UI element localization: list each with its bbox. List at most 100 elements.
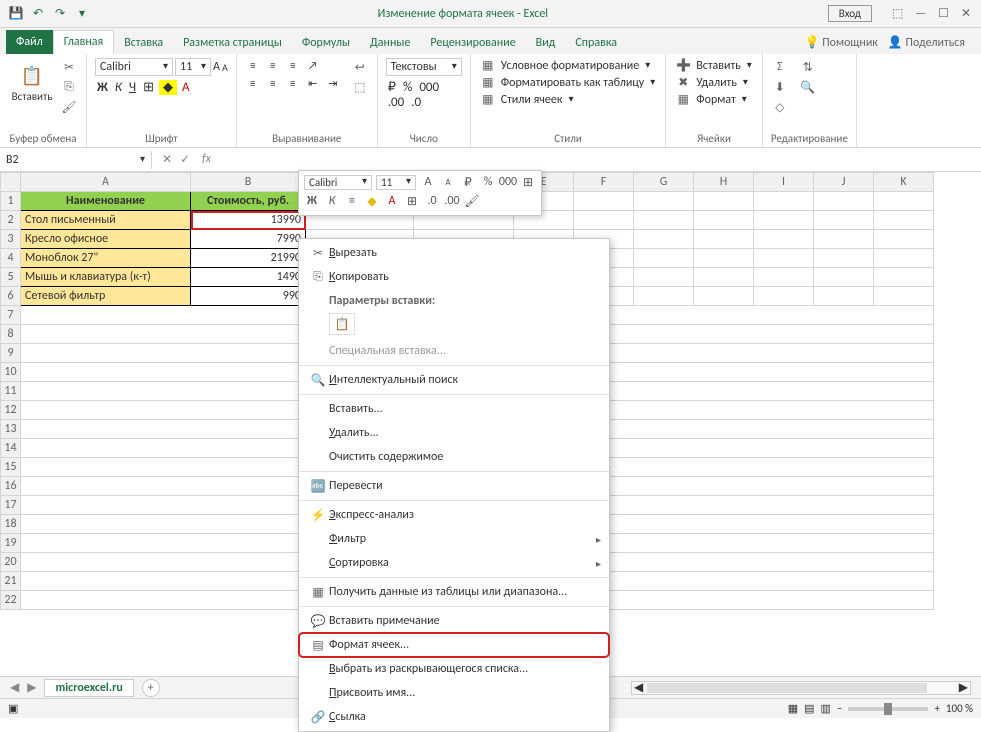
row-header[interactable]: 20 bbox=[1, 553, 21, 572]
fill-color-button[interactable]: ◆ bbox=[159, 80, 177, 95]
mini-font-combo[interactable]: Calibri▾ bbox=[304, 175, 372, 190]
row-header[interactable]: 8 bbox=[1, 325, 21, 344]
col-header[interactable]: A bbox=[21, 173, 191, 192]
font-size-combo[interactable]: 11▾ bbox=[175, 58, 211, 76]
indent-inc-icon[interactable]: ⇥ bbox=[325, 76, 341, 90]
ctx-smart-lookup[interactable]: 🔍Интеллектуальный поиск bbox=[299, 368, 609, 392]
row-header[interactable]: 19 bbox=[1, 534, 21, 553]
cell[interactable] bbox=[694, 230, 754, 249]
fill-icon[interactable]: ⬇ bbox=[771, 78, 789, 96]
dec-decimal-icon[interactable]: .0 bbox=[409, 95, 423, 110]
cell[interactable] bbox=[754, 211, 814, 230]
clear-icon[interactable]: ◇ bbox=[771, 98, 789, 116]
format-painter-icon[interactable]: 🖌 bbox=[464, 193, 480, 209]
align-center-icon[interactable]: ≡ bbox=[265, 76, 281, 90]
ctx-pick-from-dropdown[interactable]: Выбрать из раскрывающегося списка... bbox=[299, 657, 609, 681]
align-icon[interactable]: ≡ bbox=[344, 193, 360, 209]
font-color-button[interactable]: A bbox=[180, 80, 192, 95]
zoom-out-icon[interactable]: − bbox=[837, 702, 842, 715]
align-mid-icon[interactable]: ≡ bbox=[265, 58, 281, 72]
row-header[interactable]: 16 bbox=[1, 477, 21, 496]
shrink-font-icon[interactable]: A bbox=[222, 61, 228, 74]
orient-icon[interactable]: ↗ bbox=[305, 58, 321, 72]
paste-button[interactable]: 📋 Вставить bbox=[8, 58, 56, 107]
find-icon[interactable]: 🔍 bbox=[799, 78, 817, 96]
cell[interactable] bbox=[814, 287, 874, 306]
tell-me[interactable]: 💡 Помощник bbox=[805, 35, 878, 50]
font-name-combo[interactable]: Calibri▾ bbox=[95, 58, 173, 76]
qat-dropdown-icon[interactable]: ▾ bbox=[72, 4, 92, 24]
cell[interactable] bbox=[634, 249, 694, 268]
horizontal-scrollbar[interactable]: ◀▶ bbox=[631, 681, 971, 695]
cancel-formula-icon[interactable]: ✕ bbox=[162, 152, 172, 167]
cell-selected[interactable]: 13990 bbox=[191, 211, 306, 230]
tab-file[interactable]: Файл bbox=[6, 30, 53, 54]
row-header[interactable]: 4 bbox=[1, 249, 21, 268]
ctx-get-table-data[interactable]: ▦Получить данные из таблицы или диапазон… bbox=[299, 580, 609, 604]
fx-icon[interactable]: fx bbox=[198, 152, 215, 167]
cell[interactable] bbox=[694, 268, 754, 287]
cell[interactable] bbox=[814, 268, 874, 287]
paste-option-button[interactable]: 📋 bbox=[329, 313, 355, 335]
border-icon[interactable]: ⊞ bbox=[404, 193, 420, 209]
zoom-in-icon[interactable]: + bbox=[934, 702, 939, 715]
ctx-quick-analysis[interactable]: ⚡Экспресс-анализ bbox=[299, 503, 609, 527]
ctx-clear[interactable]: Очистить содержимое bbox=[299, 445, 609, 469]
cell[interactable]: 990 bbox=[191, 287, 306, 306]
tab-review[interactable]: Рецензирование bbox=[420, 32, 525, 54]
cell[interactable] bbox=[874, 249, 934, 268]
row-header[interactable]: 11 bbox=[1, 382, 21, 401]
cell[interactable] bbox=[874, 211, 934, 230]
inc-decimal-icon[interactable]: .00 bbox=[444, 193, 460, 209]
zoom-slider[interactable] bbox=[848, 707, 928, 711]
row-header[interactable]: 7 bbox=[1, 306, 21, 325]
align-right-icon[interactable]: ≡ bbox=[285, 76, 301, 90]
view-break-icon[interactable]: ▥ bbox=[821, 702, 831, 715]
grow-font-icon[interactable]: A bbox=[420, 174, 436, 190]
wrap-text-icon[interactable]: ↩ bbox=[351, 58, 369, 76]
font-color-icon[interactable]: A bbox=[384, 193, 400, 209]
col-header[interactable]: B bbox=[191, 173, 306, 192]
dec-decimal-icon[interactable]: .0 bbox=[424, 193, 440, 209]
ribbon-options-icon[interactable]: ⬚ bbox=[892, 6, 903, 21]
cell[interactable]: 1490 bbox=[191, 268, 306, 287]
row-header[interactable]: 17 bbox=[1, 496, 21, 515]
cell[interactable] bbox=[814, 230, 874, 249]
ctx-delete[interactable]: Удалить... bbox=[299, 421, 609, 445]
inc-decimal-icon[interactable]: .00 bbox=[386, 95, 406, 110]
row-header[interactable]: 12 bbox=[1, 401, 21, 420]
align-bot-icon[interactable]: ≡ bbox=[285, 58, 301, 72]
cell[interactable] bbox=[694, 192, 754, 211]
mini-size-combo[interactable]: 11▾ bbox=[376, 175, 416, 190]
row-header[interactable]: 15 bbox=[1, 458, 21, 477]
row-header[interactable]: 21 bbox=[1, 572, 21, 591]
currency-icon[interactable]: ₽ bbox=[386, 80, 398, 95]
cell[interactable]: Моноблок 27" bbox=[21, 249, 191, 268]
ctx-insert-comment[interactable]: 💬Вставить примечание bbox=[299, 609, 609, 633]
col-header[interactable]: J bbox=[814, 173, 874, 192]
format-as-table[interactable]: ▦Форматировать как таблицу▾ bbox=[479, 75, 658, 90]
view-normal-icon[interactable]: ▦ bbox=[788, 702, 798, 715]
scroll-right-icon[interactable]: ▶ bbox=[957, 680, 970, 695]
close-icon[interactable]: ✕ bbox=[961, 6, 971, 21]
cell[interactable]: Кресло офисное bbox=[21, 230, 191, 249]
cell[interactable] bbox=[754, 230, 814, 249]
align-top-icon[interactable]: ≡ bbox=[245, 58, 261, 72]
tab-insert[interactable]: Вставка bbox=[114, 32, 173, 54]
copy-icon[interactable]: ⎘ bbox=[60, 78, 78, 96]
underline-button[interactable]: Ч bbox=[127, 80, 138, 95]
cell[interactable] bbox=[574, 211, 634, 230]
cell[interactable] bbox=[874, 230, 934, 249]
cell[interactable] bbox=[694, 287, 754, 306]
zoom-level[interactable]: 100 % bbox=[946, 702, 973, 715]
format-painter-icon[interactable]: 🖌 bbox=[60, 98, 78, 116]
italic-button[interactable]: К bbox=[113, 80, 124, 95]
cell[interactable] bbox=[634, 268, 694, 287]
row-header[interactable]: 13 bbox=[1, 420, 21, 439]
cell[interactable] bbox=[814, 192, 874, 211]
cell[interactable] bbox=[574, 192, 634, 211]
border-button[interactable]: ⊞ bbox=[141, 80, 156, 95]
conditional-formatting[interactable]: ▦Условное форматирование▾ bbox=[479, 58, 658, 73]
col-header[interactable]: K bbox=[874, 173, 934, 192]
cell[interactable] bbox=[874, 268, 934, 287]
